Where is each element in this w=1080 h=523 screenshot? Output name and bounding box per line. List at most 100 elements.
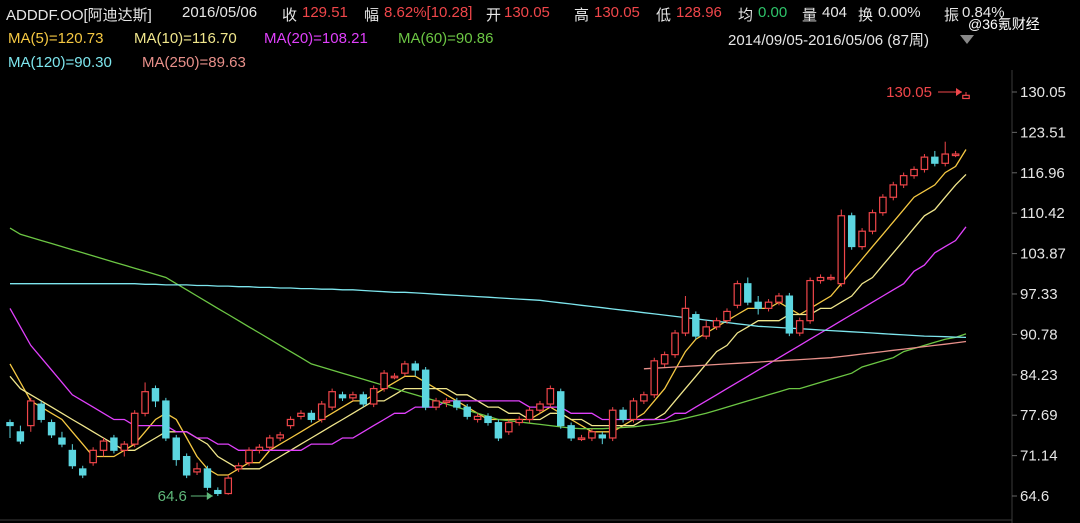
candle-body [588, 431, 596, 439]
candle-body [317, 403, 326, 421]
candle-body [182, 455, 191, 476]
candle-body [369, 387, 378, 405]
candle-body [130, 412, 139, 445]
candle-body [172, 437, 180, 461]
candle-body [47, 422, 56, 436]
candle-body [401, 363, 409, 374]
candle-body [255, 446, 264, 451]
candle-body [629, 400, 638, 421]
candle-body [26, 400, 35, 427]
candle-body [68, 449, 77, 467]
candle-body [650, 360, 659, 396]
y-tick-label: 71.14 [1020, 448, 1058, 465]
high-arrow-head [956, 88, 962, 96]
candle-body [692, 314, 700, 337]
candle-body [577, 437, 586, 441]
candle-body [837, 215, 846, 285]
y-tick-label: 64.6 [1020, 488, 1049, 505]
candle-body [951, 153, 960, 157]
low-arrow-head [206, 492, 213, 500]
candle-body [110, 437, 118, 451]
candle-body [702, 326, 711, 337]
candle-body [910, 168, 918, 177]
candle-body [214, 489, 222, 495]
candlestick-chart[interactable]: 130.05 123.51 116.96 110.42 103.87 97.33 90.78… [0, 0, 1080, 523]
candle-body [338, 394, 347, 399]
candle-body [712, 320, 721, 328]
low-annotation-label: 64.6 [158, 488, 187, 505]
ma-line-ma250 [643, 340, 967, 370]
y-tick-label: 116.96 [1020, 165, 1065, 182]
candle-body [744, 283, 752, 303]
candle-body [660, 354, 669, 365]
candle-body [598, 434, 607, 439]
candle-body [224, 477, 233, 495]
candle-body [286, 418, 295, 427]
candle-body [276, 434, 284, 439]
candle-body [432, 400, 440, 408]
candle-body [89, 449, 97, 464]
candle-body [536, 403, 544, 411]
candle-body [203, 468, 212, 488]
candle-body [868, 212, 877, 232]
candle-body [889, 184, 898, 198]
candle-body [931, 156, 939, 164]
candle-body [525, 409, 534, 421]
candle-body [920, 156, 929, 171]
candle-body [795, 320, 804, 334]
candle-body [463, 406, 471, 417]
candle-body [120, 443, 129, 451]
candle-body [806, 279, 814, 322]
candle-body [764, 301, 773, 309]
candle-body [328, 391, 336, 408]
candle-body [141, 391, 149, 414]
candle-body [37, 403, 45, 420]
candle-body [307, 412, 316, 420]
y-tick-label: 123.51 [1020, 124, 1066, 141]
candle-body [879, 196, 887, 214]
candle-body [847, 215, 856, 248]
candle-body [390, 375, 399, 379]
high-annotation-label: 130.05 [886, 84, 932, 101]
candle-body [245, 449, 253, 464]
candle-body [941, 153, 950, 164]
candle-body [349, 394, 357, 399]
candle-body [827, 276, 835, 280]
candle-body [681, 307, 690, 334]
candle-body [58, 437, 66, 445]
candle-body [671, 332, 679, 356]
candle-body [359, 394, 368, 405]
y-tick-label: 130.05 [1020, 84, 1066, 101]
y-tick-label: 110.42 [1020, 205, 1065, 222]
candle-body [442, 400, 451, 404]
candle-body [151, 388, 160, 402]
y-tick-label: 84.23 [1020, 367, 1058, 384]
candle-body [640, 394, 648, 402]
candle-body [619, 409, 627, 420]
candle-body [557, 391, 565, 427]
candle-body [99, 440, 108, 451]
candle-body [754, 301, 762, 309]
candle-body [297, 412, 305, 417]
candle-body [453, 400, 461, 408]
candle-body [193, 468, 201, 473]
candle-body [411, 363, 419, 371]
candle-body [546, 387, 555, 405]
candle-body [484, 415, 492, 424]
candle-body [733, 283, 742, 306]
candle-body [608, 409, 617, 439]
candle-body [473, 415, 482, 421]
candle-body [816, 276, 825, 282]
candle-body [162, 400, 170, 439]
candle-body [567, 425, 575, 439]
candle-body [962, 94, 970, 100]
candle-body [785, 295, 794, 334]
candle-body [858, 230, 866, 248]
candle-body [234, 465, 243, 470]
candle-body [79, 468, 87, 476]
candle-body [421, 369, 430, 408]
candle-body [775, 295, 783, 303]
y-tick-label: 90.78 [1020, 326, 1058, 343]
candle-body [899, 175, 908, 186]
ma-line-ma120 [10, 283, 967, 339]
